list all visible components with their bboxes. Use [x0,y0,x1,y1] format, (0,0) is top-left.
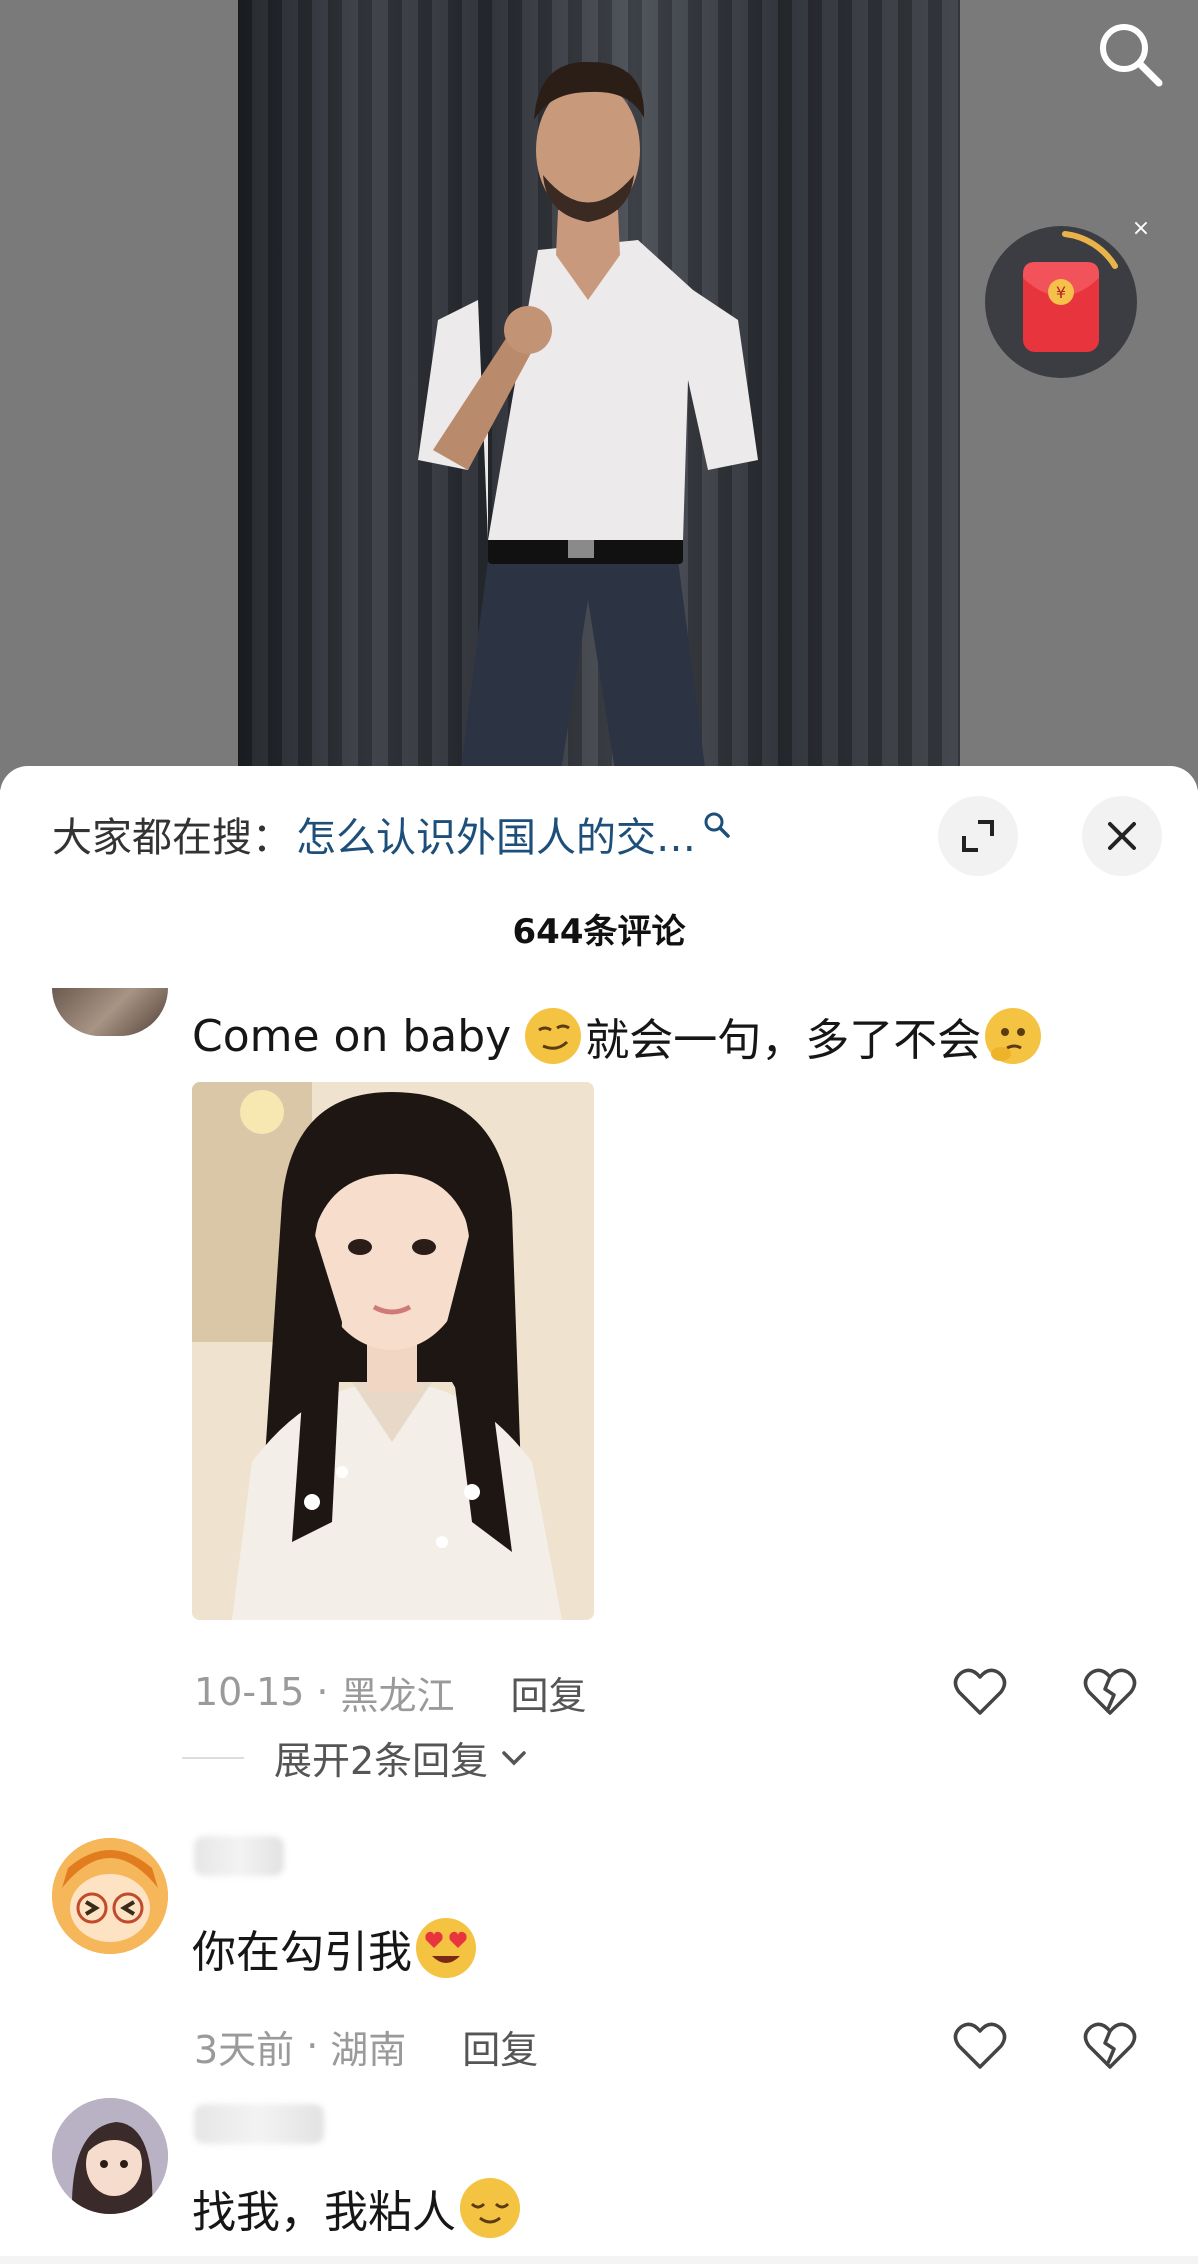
username[interactable] [194,2104,324,2144]
expand-icon [962,820,994,852]
suggested-search[interactable]: 大家都在搜： 怎么认识外国人的交… [52,802,732,866]
meta-separator: · [316,1670,329,1714]
comment-photo[interactable] [192,1082,594,1620]
meta-separator: · [306,2024,319,2068]
comment-sheet: 大家都在搜： 怎么认识外国人的交… 644条评论 Come on baby 就会… [0,766,1198,2264]
reply-button[interactable]: 回复 [511,1665,587,1720]
red-envelope-icon: ¥ [1023,231,1118,352]
close-button[interactable] [1082,796,1162,876]
comment-text: Come on baby 就会一句，多了不会 [192,1000,1045,1072]
dislike-button[interactable] [1078,2014,1142,2078]
username[interactable] [194,1836,284,1876]
comment-location: 湖南 [330,2027,407,2072]
red-packet-button[interactable]: ¥ [985,226,1137,378]
small-search-icon [704,812,730,838]
video-person-image [418,61,758,790]
suggested-search-query[interactable]: 怎么认识外国人的交… [296,805,696,863]
search-icon [1100,24,1163,87]
dislike-button[interactable] [1078,1660,1142,1724]
avatar[interactable] [52,988,168,1036]
chevron-down-icon [502,1750,526,1765]
video-player[interactable]: ¥ × [0,0,1198,790]
avatar[interactable] [52,2098,168,2214]
smiling-emoji-icon [460,2178,520,2238]
search-button[interactable] [1090,14,1170,94]
red-packet-close-icon[interactable]: × [1126,214,1156,244]
heart-eyes-emoji-icon [416,1918,476,1978]
expand-replies-button[interactable]: 展开2条回复 [182,1730,532,1785]
comment-text-part: Come on baby [192,1010,512,1062]
comment-text: 找我，我粘人 [192,2172,524,2244]
cartoon-avatar-image [52,1838,168,1954]
avatar[interactable] [52,1838,168,1954]
thinking-emoji-icon [985,1008,1042,1064]
like-button[interactable] [948,2014,1012,2078]
broken-heart-icon [1083,1668,1137,1715]
comment-date: 3天前 [194,2027,295,2072]
comment-text-part: 你在勾引我 [192,1927,412,1978]
girl-avatar-image [52,2098,168,2214]
expand-button[interactable] [938,796,1018,876]
comment-meta: 3天前 · 湖南 回复 [194,2018,538,2074]
heart-icon [953,2022,1007,2069]
divider-line [182,1756,244,1759]
reply-button[interactable]: 回复 [462,2019,538,2074]
like-button[interactable] [948,1660,1012,1724]
broken-heart-icon [1083,2022,1137,2069]
heart-icon [953,1668,1007,1715]
bottom-input-bar[interactable] [0,2256,1198,2264]
comment-text: 你在勾引我 [192,1912,480,1984]
svg-text:¥: ¥ [1056,283,1066,302]
comment-location: 黑龙江 [340,1673,455,1718]
close-icon [1108,822,1136,850]
video-frame [238,0,960,790]
expand-replies-label: 展开2条回复 [274,1739,489,1783]
comment-count-title: 644条评论 [512,912,686,952]
comment-text-part: 就会一句，多了不会 [585,1015,982,1066]
woman-photo-image [192,1082,594,1620]
smirk-emoji-icon [525,1008,582,1064]
comment-meta: 10-15 · 黑龙江 回复 [194,1664,587,1720]
comment-text-part: 找我，我粘人 [192,2187,456,2238]
comment-date: 10-15 [194,1670,305,1714]
suggested-search-prefix: 大家都在搜： [52,815,292,861]
